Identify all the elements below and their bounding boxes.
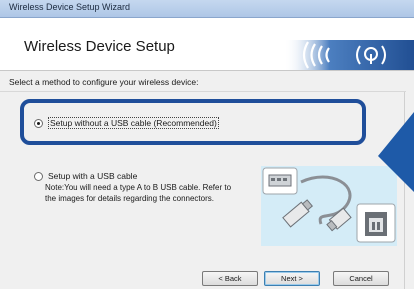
header-banner: Wireless Device Setup bbox=[0, 18, 414, 70]
option-with-usb[interactable]: Setup with a USB cable bbox=[34, 171, 137, 181]
wireless-arcs-icon bbox=[284, 40, 414, 70]
option-with-usb-label[interactable]: Setup with a USB cable bbox=[48, 171, 137, 181]
callout-arrow-icon bbox=[378, 112, 414, 192]
content-divider bbox=[0, 91, 406, 92]
header-separator bbox=[0, 70, 414, 71]
option-without-usb-label[interactable]: Setup without a USB cable (Recommended) bbox=[48, 117, 219, 129]
usb-note-line-1: Note:You will need a type A to B USB cab… bbox=[45, 183, 232, 192]
usb-type-b-connector-icon bbox=[356, 203, 396, 243]
usb-cable-image bbox=[261, 166, 397, 246]
usb-type-a-connector-icon bbox=[262, 167, 298, 195]
usb-note: Note:You will need a type A to B USB cab… bbox=[45, 182, 245, 204]
cancel-button[interactable]: Cancel bbox=[333, 271, 389, 286]
instruction-text: Select a method to configure your wirele… bbox=[9, 77, 199, 87]
page-title: Wireless Device Setup bbox=[24, 38, 175, 55]
usb-note-line-2: the images for details regarding the con… bbox=[45, 194, 214, 203]
radio-without-usb[interactable] bbox=[34, 118, 43, 128]
radio-with-usb[interactable] bbox=[34, 171, 43, 181]
window-title: Wireless Device Setup Wizard bbox=[9, 2, 131, 12]
next-button[interactable]: Next > bbox=[264, 271, 320, 286]
option-without-usb[interactable]: Setup without a USB cable (Recommended) bbox=[34, 117, 219, 129]
wizard-window: Wireless Device Setup Wizard Wireless De… bbox=[0, 0, 414, 289]
title-bar[interactable]: Wireless Device Setup Wizard bbox=[0, 0, 414, 18]
back-button[interactable]: < Back bbox=[202, 271, 258, 286]
